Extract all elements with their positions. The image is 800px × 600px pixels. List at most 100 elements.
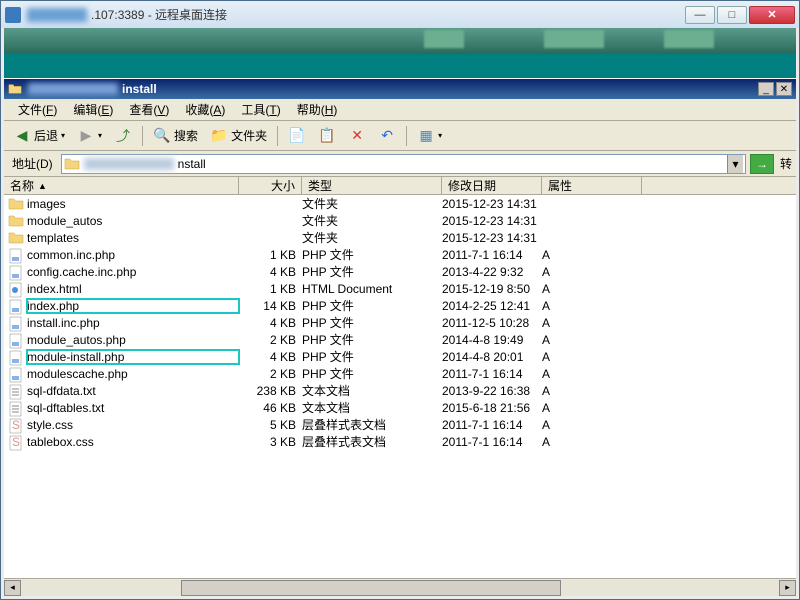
copy-button[interactable]: 📋 — [313, 124, 341, 148]
menu-a[interactable]: 收藏(A) — [177, 99, 233, 120]
file-row[interactable]: Stablebox.css3 KB层叠样式表文档2011-7-1 16:14A — [4, 433, 796, 450]
file-date: 2015-12-23 14:31 — [442, 231, 542, 245]
file-row[interactable]: sql-dfdata.txt238 KB文本文档2013-9-22 16:38A — [4, 382, 796, 399]
undo-button[interactable]: ↶ — [373, 124, 401, 148]
delete-icon: ✕ — [348, 127, 366, 145]
back-button[interactable]: ◀ 后退 ▾ — [8, 124, 70, 148]
column-size[interactable]: 大小 — [239, 177, 302, 194]
address-dropdown-button[interactable]: ▾ — [727, 155, 743, 173]
file-row[interactable]: module-install.php4 KBPHP 文件2014-4-8 20:… — [4, 348, 796, 365]
file-list[interactable]: images文件夹2015-12-23 14:31 module_autos 文件夹… — [4, 195, 796, 578]
file-name: sql-dfdata.txt — [27, 384, 239, 398]
address-input[interactable]: nstall ▾ — [61, 154, 746, 174]
views-button[interactable]: ▦ ▾ — [412, 124, 447, 148]
file-row[interactable]: module_autos 文件夹2015-12-23 14:31 — [4, 212, 796, 229]
file-date: 2015-12-23 14:31 — [442, 214, 542, 228]
folder-icon — [8, 82, 22, 96]
html-icon — [8, 282, 24, 296]
svg-text:S: S — [12, 418, 20, 432]
move-button[interactable]: 📄 — [283, 124, 311, 148]
column-date[interactable]: 修改日期 — [442, 177, 542, 194]
horizontal-scrollbar[interactable]: ◂ ▸ — [4, 578, 796, 596]
file-type: PHP 文件 — [302, 246, 442, 263]
forward-button[interactable]: ▶ ▾ — [72, 124, 107, 148]
file-row[interactable]: install.inc.php4 KBPHP 文件2011-12-5 10:28… — [4, 314, 796, 331]
column-attr[interactable]: 属性 — [542, 177, 642, 194]
txt-icon — [8, 384, 24, 398]
explorer-menubar: 文件(F)编辑(E)查看(V)收藏(A)工具(T)帮助(H) — [4, 99, 796, 121]
file-row[interactable]: modulescache.php2 KBPHP 文件2011-7-1 16:14… — [4, 365, 796, 382]
file-size: 2 KB — [239, 333, 302, 347]
menu-t[interactable]: 工具(T) — [233, 99, 288, 120]
file-row[interactable]: index.php14 KBPHP 文件2014-2-25 12:41A — [4, 297, 796, 314]
rdp-icon — [5, 7, 21, 23]
file-name: index.html — [27, 282, 239, 296]
remote-taskbar-fragment — [4, 28, 796, 54]
scroll-thumb[interactable] — [181, 580, 561, 596]
file-date: 2011-7-1 16:14 — [442, 418, 542, 432]
file-row[interactable]: Sstyle.css5 KB层叠样式表文档2011-7-1 16:14A — [4, 416, 796, 433]
close-button[interactable]: ✕ — [749, 6, 795, 24]
minimize-button[interactable]: — — [685, 6, 715, 24]
file-name: style.css — [27, 418, 239, 432]
folder-icon — [64, 157, 80, 171]
file-name: images — [27, 197, 239, 211]
file-row[interactable]: config.cache.inc.php4 KBPHP 文件2013-4-22 … — [4, 263, 796, 280]
go-label: 转 — [778, 155, 792, 172]
explorer-minimize-button[interactable]: _ — [758, 82, 774, 96]
column-type[interactable]: 类型 — [302, 177, 442, 194]
file-type: PHP 文件 — [302, 297, 442, 314]
css-icon: S — [8, 435, 24, 449]
file-size: 4 KB — [239, 265, 302, 279]
file-row[interactable]: common.inc.php1 KBPHP 文件2011-7-1 16:14A — [4, 246, 796, 263]
file-type: 文本文档 — [302, 399, 442, 416]
file-row[interactable]: images文件夹2015-12-23 14:31 — [4, 195, 796, 212]
menu-v[interactable]: 查看(V) — [121, 99, 177, 120]
scroll-right-button[interactable]: ▸ — [779, 580, 796, 596]
file-date: 2011-12-5 10:28 — [442, 316, 542, 330]
address-text: nstall — [178, 157, 723, 171]
folder-icon — [8, 197, 24, 211]
menu-f[interactable]: 文件(F) — [10, 99, 65, 120]
file-size: 4 KB — [239, 316, 302, 330]
folders-button[interactable]: 📁 文件夹 — [205, 124, 272, 148]
delete-button[interactable]: ✕ — [343, 124, 371, 148]
php-icon — [8, 265, 24, 279]
file-date: 2011-7-1 16:14 — [442, 248, 542, 262]
explorer-titlebar[interactable]: install _ ✕ — [4, 79, 796, 99]
file-type: 文件夹 — [302, 212, 442, 229]
file-name: module_autos — [27, 214, 239, 228]
search-button[interactable]: 🔍 搜索 — [148, 124, 203, 148]
file-row[interactable]: module_autos.php2 KBPHP 文件2014-4-8 19:49… — [4, 331, 796, 348]
go-button[interactable]: → — [750, 154, 774, 174]
file-row[interactable]: index.html1 KBHTML Document2015-12-19 8:… — [4, 280, 796, 297]
file-row[interactable]: sql-dftables.txt46 KB文本文档2015-6-18 21:56… — [4, 399, 796, 416]
sort-asc-icon: ▲ — [38, 181, 47, 191]
file-name: module_autos.php — [27, 333, 239, 347]
copy-icon: 📋 — [318, 127, 336, 145]
scroll-track[interactable] — [21, 580, 779, 596]
file-row[interactable]: templates文件夹2015-12-23 14:31 — [4, 229, 796, 246]
menu-h[interactable]: 帮助(H) — [289, 99, 346, 120]
file-attr: A — [542, 418, 642, 432]
txt-icon — [8, 401, 24, 415]
css-icon: S — [8, 418, 24, 432]
file-name: common.inc.php — [27, 248, 239, 262]
file-date: 2013-9-22 16:38 — [442, 384, 542, 398]
file-type: 层叠样式表文档 — [302, 433, 442, 450]
scroll-left-button[interactable]: ◂ — [4, 580, 21, 596]
forward-icon: ▶ — [77, 127, 95, 145]
file-attr: A — [542, 265, 642, 279]
up-button[interactable]: ⤴ — [109, 124, 137, 148]
file-size: 1 KB — [239, 282, 302, 296]
menu-e[interactable]: 编辑(E) — [65, 99, 121, 120]
maximize-button[interactable]: □ — [717, 6, 747, 24]
column-name[interactable]: 名称 ▲ — [4, 177, 239, 194]
explorer-close-button[interactable]: ✕ — [776, 82, 792, 96]
move-icon: 📄 — [288, 127, 306, 145]
file-size: 5 KB — [239, 418, 302, 432]
rdp-titlebar[interactable]: .107:3389 - 远程桌面连接 — □ ✕ — [1, 1, 799, 28]
file-type: PHP 文件 — [302, 365, 442, 382]
php-icon — [8, 350, 24, 364]
file-attr: A — [542, 350, 642, 364]
